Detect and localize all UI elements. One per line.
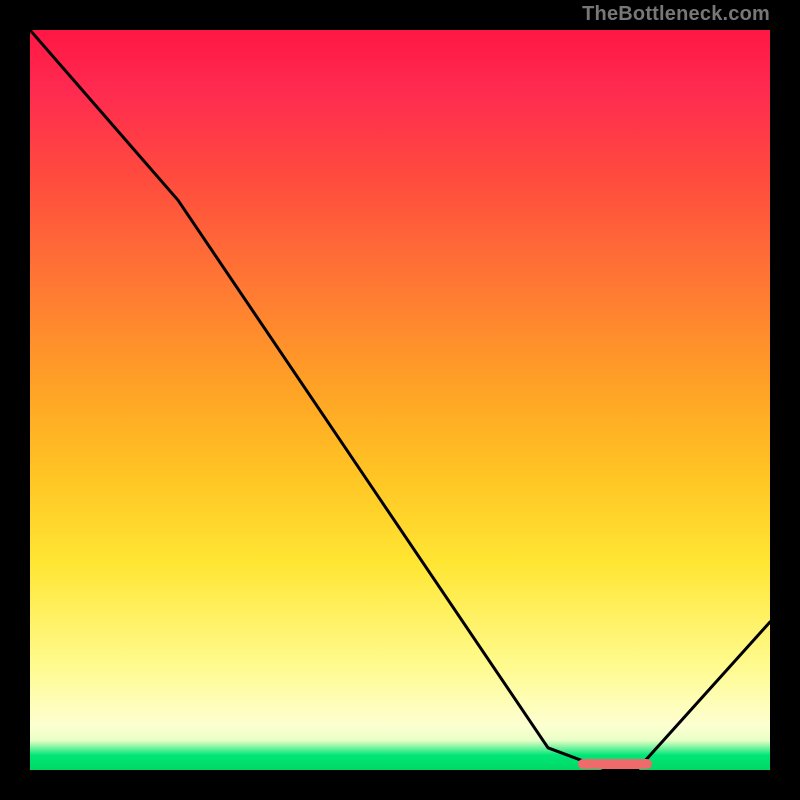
chart-frame: TheBottleneck.com — [0, 0, 800, 800]
curve-path — [30, 30, 770, 770]
curve-svg — [30, 30, 770, 770]
plot-area — [30, 30, 770, 770]
watermark-text: TheBottleneck.com — [582, 3, 770, 26]
optimal-range-marker — [578, 759, 652, 769]
